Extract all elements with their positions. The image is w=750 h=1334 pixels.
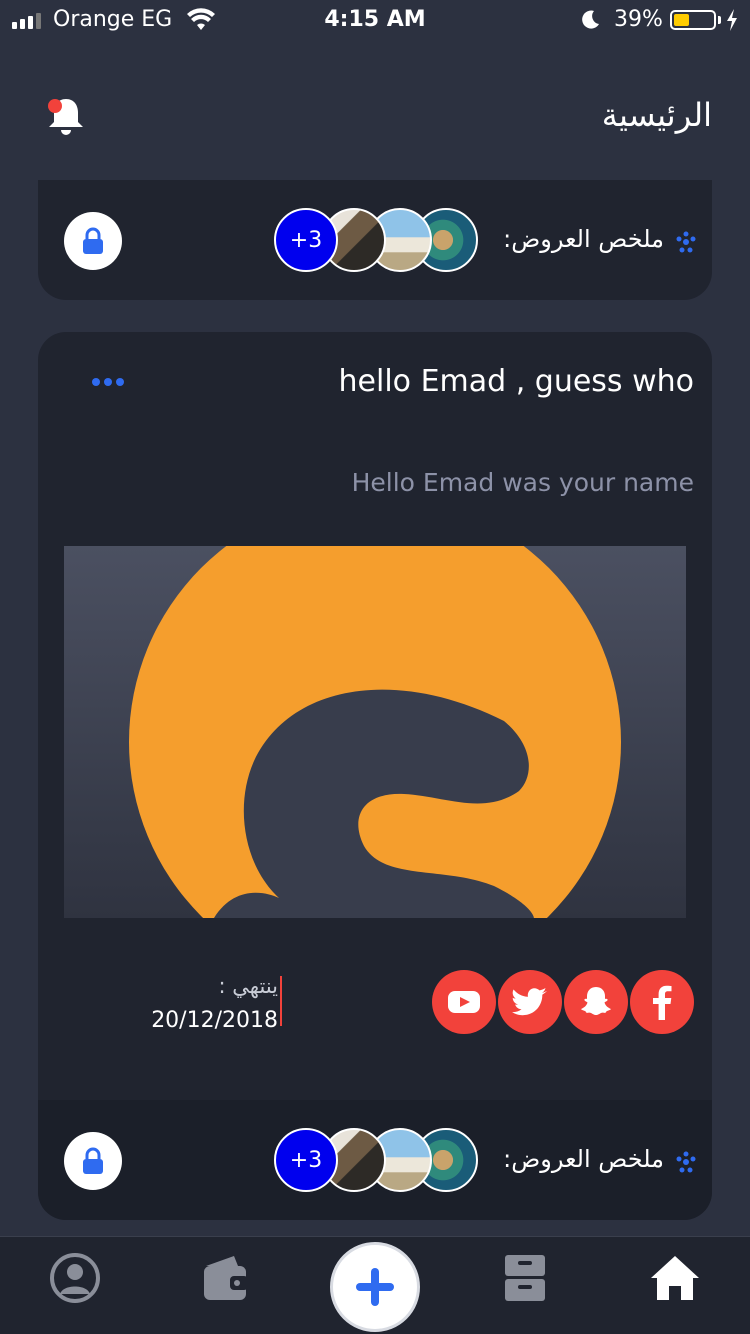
- ellipsis-icon[interactable]: [90, 376, 126, 388]
- archive-icon: [505, 1255, 545, 1301]
- offers-summary-row[interactable]: +3 ملخص العروض:: [38, 180, 712, 300]
- sparkle-icon: [676, 1151, 696, 1173]
- moon-icon: [582, 10, 599, 29]
- facebook-icon: [653, 985, 672, 1020]
- add-button[interactable]: [330, 1242, 420, 1332]
- more-avatars-badge[interactable]: +3: [274, 1128, 338, 1192]
- youtube-button[interactable]: [432, 970, 496, 1034]
- summary-label: ملخص العروض:: [503, 1145, 664, 1173]
- expires-divider: [280, 976, 282, 1026]
- avatar-stack[interactable]: +3: [274, 1128, 478, 1192]
- facebook-button[interactable]: [630, 970, 694, 1034]
- post-description: Hello Emad was your name: [351, 468, 694, 497]
- twitter-icon: [512, 988, 547, 1016]
- post-card[interactable]: hello Emad , guess who Hello Emad was yo…: [38, 332, 712, 1220]
- lock-icon: [83, 1147, 103, 1174]
- profile-icon: [50, 1253, 100, 1303]
- sparkle-icon: [676, 231, 696, 253]
- snapchat-button[interactable]: [564, 970, 628, 1034]
- summary-label: ملخص العروض:: [503, 225, 664, 253]
- expires-label: ينتهي :: [218, 974, 278, 998]
- lock-button[interactable]: [64, 212, 122, 270]
- lock-icon: [83, 227, 103, 254]
- post-image[interactable]: [64, 546, 686, 918]
- twitter-button[interactable]: [498, 970, 562, 1034]
- post-title: hello Emad , guess who: [338, 364, 694, 399]
- expiry-info: ينتهي : 20/12/2018: [128, 974, 278, 1033]
- more-avatars-badge[interactable]: +3: [274, 208, 338, 272]
- post-footer[interactable]: +3 ملخص العروض:: [38, 1100, 712, 1220]
- bell-icon[interactable]: [44, 94, 88, 138]
- tab-home[interactable]: [648, 1251, 702, 1305]
- page-title: الرئيسية: [601, 96, 712, 134]
- battery-icon: [670, 10, 716, 30]
- snapchat-icon: [581, 987, 611, 1015]
- lock-button[interactable]: [64, 1132, 122, 1190]
- status-bar: Orange EG 4:15 AM 39%: [0, 0, 750, 40]
- battery-percent: 39%: [614, 7, 663, 32]
- charging-icon: [727, 9, 737, 31]
- avatar-stack[interactable]: +3: [274, 208, 478, 272]
- tab-wallet[interactable]: [198, 1251, 252, 1305]
- home-icon: [651, 1256, 699, 1300]
- expires-date: 20/12/2018: [151, 1008, 278, 1033]
- youtube-icon: [448, 991, 480, 1013]
- add-icon: [356, 1268, 394, 1306]
- offers-summary-card[interactable]: +3 ملخص العروض:: [38, 180, 712, 300]
- wallet-icon: [204, 1256, 248, 1300]
- tab-archive[interactable]: [498, 1251, 552, 1305]
- brand-logo-image: [129, 546, 621, 918]
- tab-profile[interactable]: [48, 1251, 102, 1305]
- battery-tip: [718, 16, 721, 24]
